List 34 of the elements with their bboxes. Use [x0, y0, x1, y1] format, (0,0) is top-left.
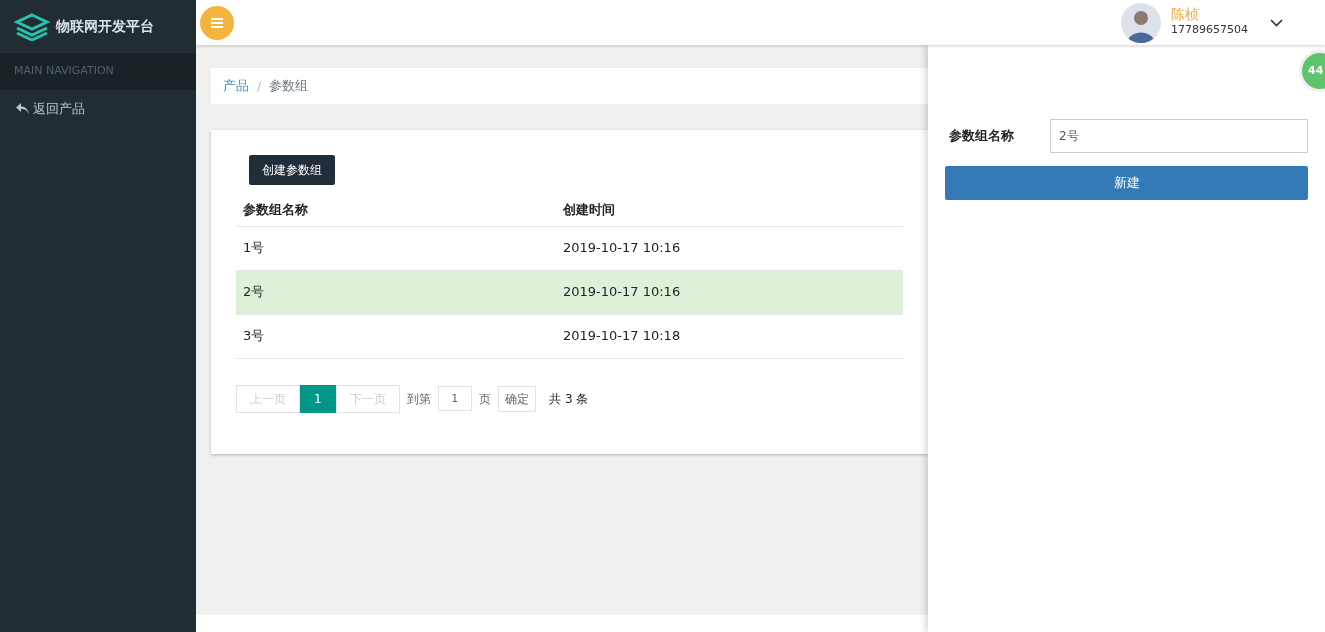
breadcrumb-current: 参数组 [269, 77, 309, 95]
table-row[interactable]: 2号 2019-10-17 10:16 [236, 270, 903, 315]
table-cell: 2019-10-17 10:16 [563, 240, 681, 256]
confirm-button[interactable]: 确定 [497, 385, 536, 412]
breadcrumb-link[interactable]: 产品 [223, 76, 249, 96]
table-cell: 2019-10-17 10:18 [563, 328, 681, 344]
column-header: 参数组名称 [242, 201, 309, 220]
page-unit-label: 页 [478, 390, 491, 408]
menu-icon [211, 17, 223, 28]
page-button[interactable]: 1 [300, 384, 336, 413]
user-name: 陈桢 [1171, 6, 1200, 22]
nav-section-header: MAIN NAVIGATION [0, 53, 196, 90]
logo-text: 物联网开发平台 [56, 17, 154, 36]
chevron-down-icon[interactable] [1270, 18, 1283, 27]
avatar-silhouette [1121, 2, 1161, 43]
breadcrumb-separator: / [257, 77, 262, 95]
field-label: 参数组名称 [948, 127, 1015, 146]
table-cell: 1号 [243, 240, 265, 256]
table-row[interactable]: 1号 2019-10-17 10:16 [236, 226, 903, 271]
submit-button[interactable]: 新建 [945, 166, 1308, 200]
goto-label: 到第 [406, 390, 431, 408]
table-cell: 2号 [243, 284, 265, 300]
total-count: 共 3 条 [549, 390, 589, 408]
table-cell: 3号 [243, 328, 265, 344]
create-group-button[interactable]: 创建参数组 [249, 154, 335, 185]
sidebar-item[interactable]: 返回产品 [0, 89, 196, 127]
group-name-field[interactable]: 2号 [1050, 119, 1308, 153]
page-input[interactable]: 1 [437, 386, 472, 411]
user-phone: 17789657504 [1171, 21, 1248, 38]
logo-layers-icon [14, 12, 50, 41]
table-cell: 2019-10-17 10:16 [563, 284, 681, 300]
reply-arrow-icon [16, 102, 29, 114]
column-header: 创建时间 [562, 201, 616, 220]
table-row[interactable]: 3号 2019-10-17 10:18 [236, 314, 903, 359]
